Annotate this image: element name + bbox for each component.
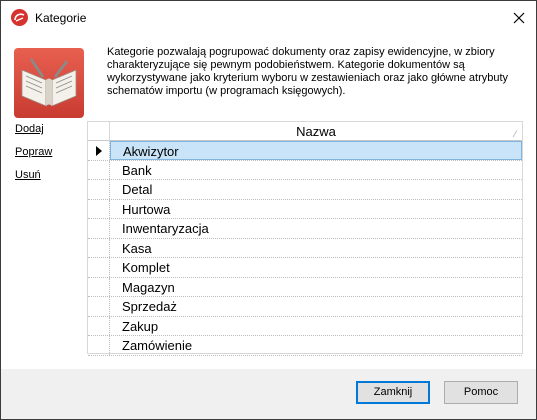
table-row[interactable]: Magazyn <box>88 277 522 297</box>
category-name-cell: Komplet <box>122 260 170 275</box>
current-row-arrow-icon <box>96 146 102 156</box>
close-window-button[interactable] <box>502 1 536 35</box>
categories-grid: Nazwa ⁄ Akwizytor Bank Detal Hurtowa Inwenta… <box>87 121 523 356</box>
category-name-cell: Akwizytor <box>110 141 522 160</box>
header-indicator-cell <box>88 122 110 141</box>
edit-link[interactable]: Popraw <box>15 146 52 158</box>
row-indicator-cell <box>88 160 110 179</box>
category-name-cell: Magazyn <box>122 279 175 295</box>
row-indicator-cell <box>88 180 110 199</box>
row-indicator-cell <box>88 219 110 238</box>
row-indicator-cell <box>88 316 110 335</box>
category-name-cell: Inwentaryzacja <box>122 221 209 236</box>
dialog-footer: Zamknij Pomoc <box>1 369 536 419</box>
help-button[interactable]: Pomoc <box>444 381 518 404</box>
row-indicator-cell <box>88 141 110 160</box>
grid-rows: Akwizytor Bank Detal Hurtowa Inwentaryzacja K… <box>88 141 522 356</box>
app-logo-icon <box>11 9 28 26</box>
description-text: Kategorie pozwalają pogrupować dokumenty… <box>107 46 509 97</box>
table-row[interactable]: Hurtowa <box>88 199 522 219</box>
category-name-cell: Sprzedaż <box>122 299 177 314</box>
table-row[interactable]: Kasa <box>88 238 522 258</box>
add-link[interactable]: Dodaj <box>15 123 52 135</box>
row-indicator-cell <box>88 297 110 316</box>
close-icon <box>513 12 525 24</box>
category-name-cell: Zamówienie <box>122 338 193 353</box>
table-row[interactable]: Bank <box>88 160 522 180</box>
category-name-cell: Kasa <box>122 240 152 256</box>
table-row[interactable]: Komplet <box>88 258 522 278</box>
table-row[interactable]: Zamówienie <box>88 336 522 356</box>
book-icon <box>14 48 84 118</box>
close-button[interactable]: Zamknij <box>356 381 430 404</box>
column-header-name[interactable]: Nazwa ⁄ <box>110 122 522 141</box>
row-indicator-cell <box>88 238 110 257</box>
table-row[interactable]: Detal <box>88 180 522 200</box>
table-row[interactable]: Zakup <box>88 316 522 336</box>
action-links: Dodaj Popraw Usuń <box>15 123 52 192</box>
table-row[interactable]: Sprzedaż <box>88 297 522 317</box>
category-name-cell: Bank <box>122 162 152 178</box>
table-row[interactable]: Akwizytor <box>88 141 522 161</box>
table-row[interactable]: Inwentaryzacja <box>88 219 522 239</box>
window-title: Kategorie <box>35 11 87 25</box>
category-name-cell: Hurtowa <box>122 201 171 217</box>
dialog-window: Kategorie Kategorie pozwalają pogrupować… <box>0 0 537 420</box>
dialog-body: Kategorie pozwalają pogrupować dokumenty… <box>1 35 536 369</box>
delete-link[interactable]: Usuń <box>15 169 52 181</box>
row-indicator-cell <box>88 336 110 355</box>
grid-header: Nazwa ⁄ <box>88 122 522 141</box>
row-indicator-cell <box>88 199 110 218</box>
category-name-cell: Detal <box>122 182 153 197</box>
row-indicator-cell <box>88 258 110 277</box>
category-name-cell: Zakup <box>122 318 159 334</box>
row-indicator-cell <box>88 277 110 296</box>
title-bar: Kategorie <box>1 1 536 35</box>
column-header-label: Nazwa <box>296 124 336 139</box>
